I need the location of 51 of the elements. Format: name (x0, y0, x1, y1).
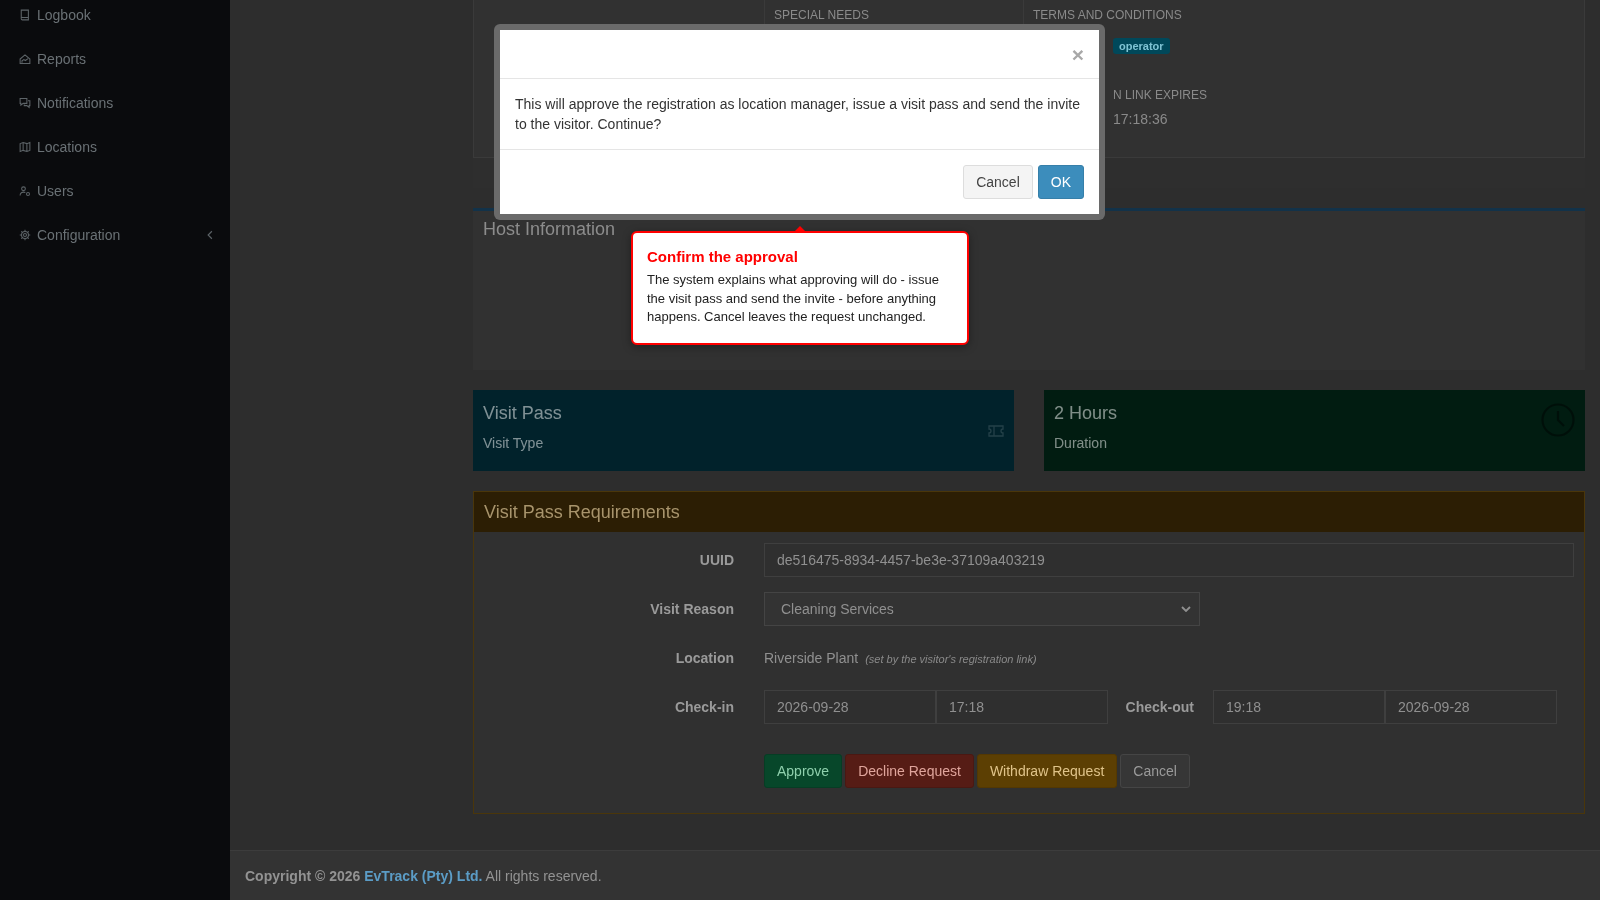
sidebar-item[interactable]: Users (0, 169, 230, 213)
info-box-title: 2 Hours (1054, 403, 1118, 424)
chevron-left-icon (207, 230, 213, 240)
text-field[interactable]: de516475-8934-4457-be3e-37109a403219 (764, 543, 1574, 577)
callout-title: Confirm the approval (647, 248, 799, 265)
column-heading: SPECIAL NEEDS (774, 8, 869, 22)
info-box-title: Visit Pass (483, 403, 562, 424)
field-label: UUID (699, 552, 734, 568)
map-icon (19, 141, 31, 153)
info-box-label: Duration (1054, 435, 1107, 451)
action-button[interactable]: Cancel (1120, 754, 1190, 788)
hint-text: (set by the visitor's registration link) (865, 653, 1037, 665)
chevron-down-icon (1181, 606, 1191, 612)
close-button[interactable]: × (1071, 43, 1084, 65)
field-label: Visit Reason (650, 601, 734, 617)
location-text: Riverside Plant (764, 650, 859, 666)
panel-title: Visit Pass Requirements (484, 501, 680, 523)
input-field[interactable]: 19:18 (1213, 690, 1385, 724)
user-gear-icon (19, 185, 31, 197)
field-label: Check-out (1125, 699, 1194, 715)
ticket-icon (988, 424, 1004, 438)
input-field[interactable]: 2026-09-28 (764, 690, 936, 724)
action-button[interactable]: Decline Request (845, 754, 974, 788)
action-button[interactable]: Withdraw Request (976, 754, 1118, 788)
expiry-time: 17:18:36 (1113, 111, 1168, 127)
dialog-message: This will approve the registration as location manager, issue a visit pass and send the invite to the visitor. Continue? (514, 95, 1081, 134)
info-box-label: Visit Type (483, 435, 544, 451)
input-field[interactable]: 2026-09-28 (1385, 690, 1557, 724)
house-icon (19, 53, 31, 65)
ok-button[interactable]: OK (1037, 165, 1084, 199)
action-button[interactable]: Approve (764, 754, 843, 788)
copyright-text: Copyright © 2026 EvTrack (Pty) Ltd. All rights reserved. (245, 867, 602, 884)
callout-text: The system explains what approving will do - issue the visit pass and send the invite - before anything happens. Cancel leaves the request unchanged. (647, 271, 940, 326)
sidebar-item[interactable]: Notifications (0, 81, 230, 125)
column-heading: TERMS AND CONDITIONS (1033, 8, 1182, 22)
sidebar-item[interactable]: Reports (0, 37, 230, 81)
cancel-button[interactable]: Cancel (963, 165, 1033, 199)
sidebar-item[interactable]: Logbook (0, 0, 230, 37)
field-label: Check-in (674, 699, 734, 715)
field-heading: N LINK EXPIRES (1113, 88, 1208, 102)
sidebar-item[interactable]: Configuration (0, 213, 230, 257)
sidebar-item[interactable]: Locations (0, 125, 230, 169)
panel-title: Host Information (483, 219, 616, 240)
input-field[interactable]: 17:18 (936, 690, 1108, 724)
book-icon (19, 9, 31, 21)
select-field[interactable]: Cleaning Services (764, 592, 1200, 626)
company-link[interactable]: EvTrack (Pty) Ltd. (364, 867, 483, 884)
chat-bubbles-icon (19, 97, 31, 109)
role-badge: operator (1113, 38, 1170, 54)
gear-icon (19, 229, 31, 241)
field-label: Location (675, 650, 734, 666)
